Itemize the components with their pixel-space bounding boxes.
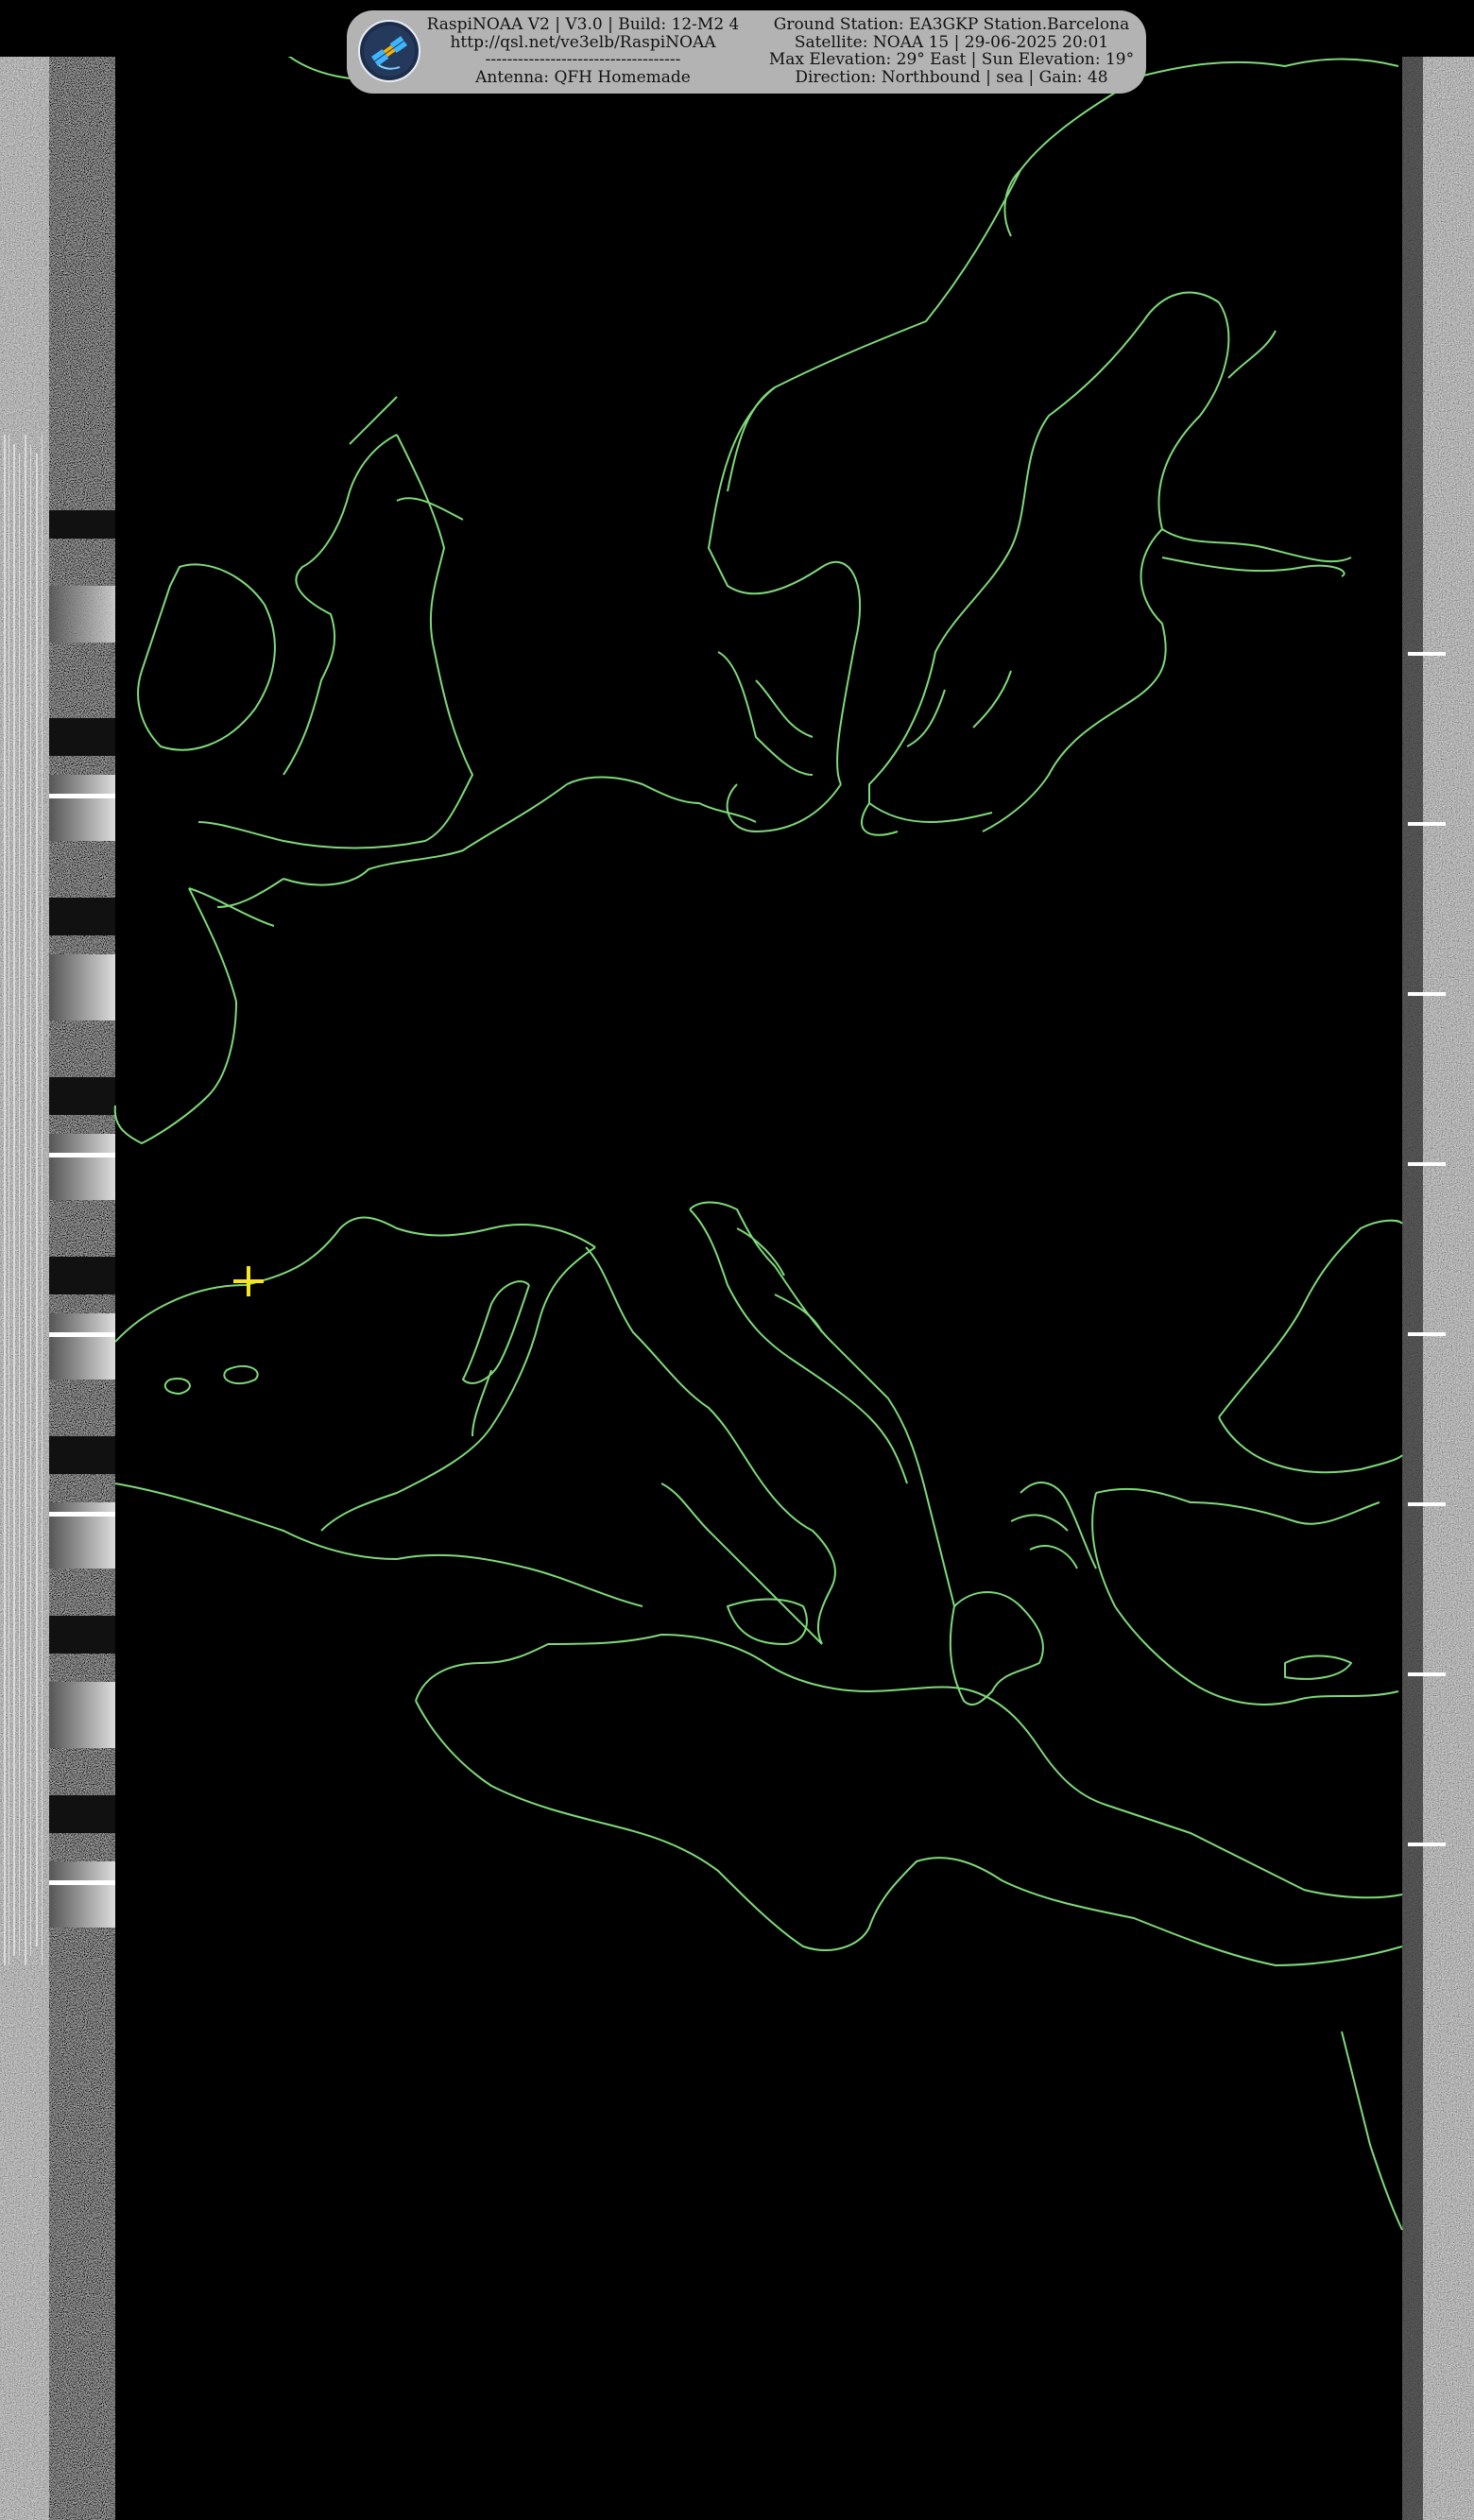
header-left-line-2: http://qsl.net/ve3elb/RaspiNOAA [450, 33, 716, 51]
header-right-line-4: Direction: Northbound | sea | Gain: 48 [795, 68, 1108, 86]
header-left-column: RaspiNOAA V2 | V3.0 | Build: 12-M2 4 htt… [422, 16, 744, 86]
header-right-line-2: Satellite: NOAA 15 | 29-06-2025 20:01 [794, 33, 1109, 51]
header-left-line-4: Antenna: QFH Homemade [475, 68, 691, 86]
header-left-line-1: RaspiNOAA V2 | V3.0 | Build: 12-M2 4 [426, 16, 740, 34]
satellite-logo-icon [358, 20, 420, 82]
info-header: RaspiNOAA V2 | V3.0 | Build: 12-M2 4 htt… [347, 10, 1146, 94]
header-right-column: Ground Station: EA3GKP Station.Barcelona… [763, 16, 1140, 86]
satellite-image [0, 0, 1474, 2520]
header-right-line-3: Max Elevation: 29° East | Sun Elevation:… [768, 51, 1135, 69]
header-left-line-3: ------------------------------------ [485, 51, 681, 69]
header-right-line-1: Ground Station: EA3GKP Station.Barcelona [773, 16, 1130, 34]
